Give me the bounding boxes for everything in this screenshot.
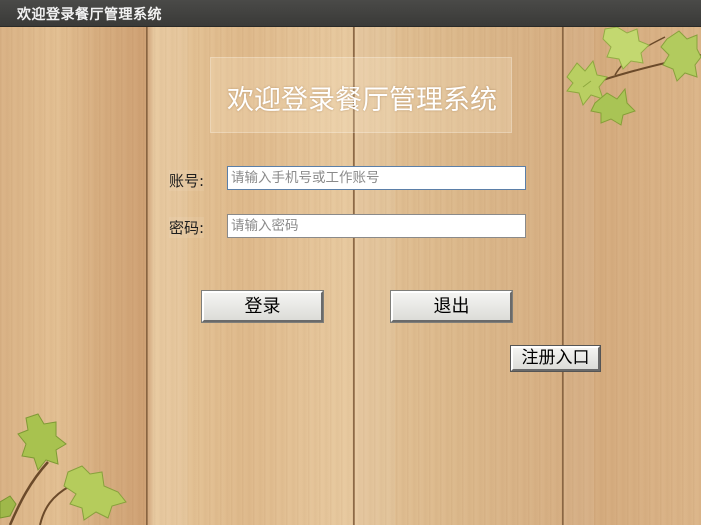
exit-button[interactable]: 退出	[390, 290, 513, 323]
title-bar[interactable]: 欢迎登录餐厅管理系统	[0, 0, 701, 27]
page-title: 欢迎登录餐厅管理系统	[227, 85, 497, 116]
wood-background: 欢迎登录餐厅管理系统 账号: 密码: 登录 退出 注册入口	[0, 27, 701, 525]
header-panel: 欢迎登录餐厅管理系统	[210, 57, 512, 133]
window-title: 欢迎登录餐厅管理系统	[17, 7, 162, 23]
account-input[interactable]	[227, 166, 526, 190]
password-input[interactable]	[227, 214, 526, 238]
register-button[interactable]: 注册入口	[510, 345, 601, 372]
password-label: 密码:	[169, 217, 205, 238]
vine-leaves-icon	[566, 27, 701, 126]
login-window: 欢迎登录餐厅管理系统 欢迎登录餐厅管理系统 账号: 请输入手机号或工作账号 密码…	[0, 0, 701, 525]
account-label: 账号:	[169, 170, 205, 191]
login-button[interactable]: 登录	[201, 290, 324, 323]
vine-leaves-icon	[0, 413, 127, 525]
